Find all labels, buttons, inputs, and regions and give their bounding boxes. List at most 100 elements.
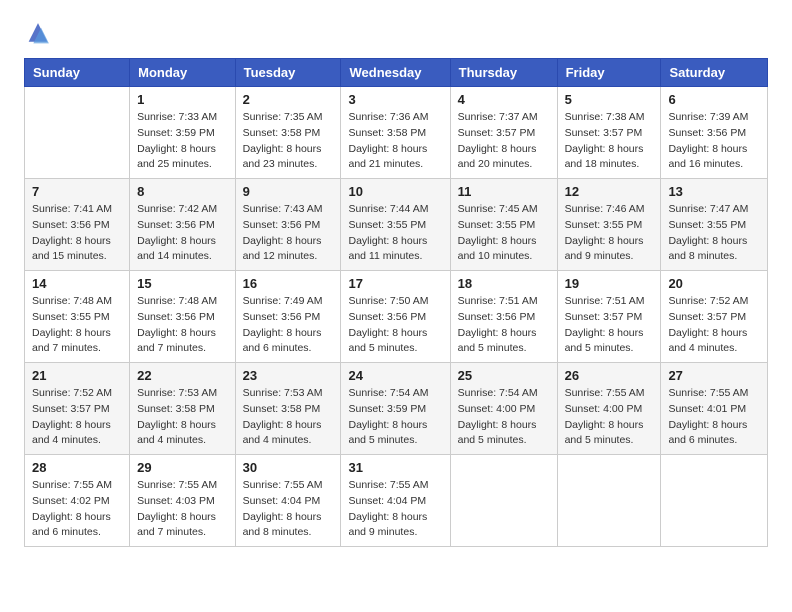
day-info: Sunrise: 7:46 AMSunset: 3:55 PMDaylight:… [565, 202, 654, 265]
calendar-cell: 21Sunrise: 7:52 AMSunset: 3:57 PMDayligh… [25, 363, 130, 455]
calendar-cell: 24 Sunrise: 7:54 AMSunset: 3:59 PMDayligh… [341, 363, 450, 455]
day-number: 25 [458, 368, 550, 383]
day-info: Sunrise: 7:51 AMSunset: 3:57 PMDaylight:… [565, 294, 654, 357]
day-number: 24 [348, 368, 442, 383]
calendar-cell: 18 Sunrise: 7:51 AMSunset: 3:56 PMDayligh… [450, 271, 557, 363]
header-day-tuesday: Tuesday [235, 59, 341, 87]
day-number: 3 [348, 92, 442, 107]
day-info: Sunrise: 7:41 AMSunset: 3:56 PMDaylight:… [32, 202, 122, 265]
calendar-cell [450, 455, 557, 547]
calendar-cell: 1Sunrise: 7:33 AMSunset: 3:59 PMDaylight… [130, 87, 235, 179]
calendar-week-4: 21Sunrise: 7:52 AMSunset: 3:57 PMDayligh… [25, 363, 768, 455]
calendar-header: SundayMondayTuesdayWednesdayThursdayFrid… [25, 59, 768, 87]
day-info: Sunrise: 7:55 AMSunset: 4:02 PMDaylight:… [32, 478, 122, 541]
calendar-week-5: 28 Sunrise: 7:55 AMSunset: 4:02 PMDayligh… [25, 455, 768, 547]
calendar-week-1: 1Sunrise: 7:33 AMSunset: 3:59 PMDaylight… [25, 87, 768, 179]
calendar-cell: 6Sunrise: 7:39 AMSunset: 3:56 PMDaylight… [661, 87, 768, 179]
calendar-cell: 2 Sunrise: 7:35 AMSunset: 3:58 PMDaylight… [235, 87, 341, 179]
day-info: Sunrise: 7:35 AMSunset: 3:58 PMDaylight:… [243, 110, 334, 173]
day-number: 29 [137, 460, 227, 475]
calendar-cell [25, 87, 130, 179]
calendar-body: 1Sunrise: 7:33 AMSunset: 3:59 PMDaylight… [25, 87, 768, 547]
calendar-cell: 31 Sunrise: 7:55 AMSunset: 4:04 PMDayligh… [341, 455, 450, 547]
header-day-friday: Friday [557, 59, 661, 87]
calendar-cell: 14 Sunrise: 7:48 AMSunset: 3:55 PMDayligh… [25, 271, 130, 363]
day-number: 11 [458, 184, 550, 199]
day-number: 15 [137, 276, 227, 291]
header-day-wednesday: Wednesday [341, 59, 450, 87]
calendar-cell: 9 Sunrise: 7:43 AMSunset: 3:56 PMDaylight… [235, 179, 341, 271]
day-info: Sunrise: 7:48 AMSunset: 3:55 PMDaylight:… [32, 294, 122, 357]
calendar-cell: 13 Sunrise: 7:47 AMSunset: 3:55 PMDayligh… [661, 179, 768, 271]
day-number: 6 [668, 92, 760, 107]
calendar-cell: 29 Sunrise: 7:55 AMSunset: 4:03 PMDayligh… [130, 455, 235, 547]
calendar-cell: 8Sunrise: 7:42 AMSunset: 3:56 PMDaylight… [130, 179, 235, 271]
header-day-sunday: Sunday [25, 59, 130, 87]
day-info: Sunrise: 7:51 AMSunset: 3:56 PMDaylight:… [458, 294, 550, 357]
day-info: Sunrise: 7:53 AMSunset: 3:58 PMDaylight:… [243, 386, 334, 449]
day-info: Sunrise: 7:45 AMSunset: 3:55 PMDaylight:… [458, 202, 550, 265]
day-info: Sunrise: 7:38 AMSunset: 3:57 PMDaylight:… [565, 110, 654, 173]
day-number: 5 [565, 92, 654, 107]
header-day-thursday: Thursday [450, 59, 557, 87]
day-info: Sunrise: 7:54 AMSunset: 3:59 PMDaylight:… [348, 386, 442, 449]
day-number: 21 [32, 368, 122, 383]
calendar-cell: 3 Sunrise: 7:36 AMSunset: 3:58 PMDaylight… [341, 87, 450, 179]
calendar-cell: 10Sunrise: 7:44 AMSunset: 3:55 PMDayligh… [341, 179, 450, 271]
day-info: Sunrise: 7:36 AMSunset: 3:58 PMDaylight:… [348, 110, 442, 173]
day-number: 27 [668, 368, 760, 383]
day-number: 7 [32, 184, 122, 199]
calendar-table: SundayMondayTuesdayWednesdayThursdayFrid… [24, 58, 768, 547]
day-info: Sunrise: 7:53 AMSunset: 3:58 PMDaylight:… [137, 386, 227, 449]
day-info: Sunrise: 7:44 AMSunset: 3:55 PMDaylight:… [348, 202, 442, 265]
header-day-monday: Monday [130, 59, 235, 87]
calendar-cell: 22Sunrise: 7:53 AMSunset: 3:58 PMDayligh… [130, 363, 235, 455]
day-number: 12 [565, 184, 654, 199]
day-info: Sunrise: 7:50 AMSunset: 3:56 PMDaylight:… [348, 294, 442, 357]
calendar-cell: 16 Sunrise: 7:49 AMSunset: 3:56 PMDayligh… [235, 271, 341, 363]
calendar-week-2: 7 Sunrise: 7:41 AMSunset: 3:56 PMDaylight… [25, 179, 768, 271]
day-info: Sunrise: 7:55 AMSunset: 4:04 PMDaylight:… [243, 478, 334, 541]
calendar-cell: 17 Sunrise: 7:50 AMSunset: 3:56 PMDayligh… [341, 271, 450, 363]
day-number: 8 [137, 184, 227, 199]
day-number: 23 [243, 368, 334, 383]
day-info: Sunrise: 7:52 AMSunset: 3:57 PMDaylight:… [668, 294, 760, 357]
calendar-cell: 27 Sunrise: 7:55 AMSunset: 4:01 PMDayligh… [661, 363, 768, 455]
day-number: 2 [243, 92, 334, 107]
calendar-cell [661, 455, 768, 547]
day-info: Sunrise: 7:49 AMSunset: 3:56 PMDaylight:… [243, 294, 334, 357]
calendar-cell: 19 Sunrise: 7:51 AMSunset: 3:57 PMDayligh… [557, 271, 661, 363]
calendar-cell: 11 Sunrise: 7:45 AMSunset: 3:55 PMDayligh… [450, 179, 557, 271]
day-info: Sunrise: 7:43 AMSunset: 3:56 PMDaylight:… [243, 202, 334, 265]
calendar-cell: 12 Sunrise: 7:46 AMSunset: 3:55 PMDayligh… [557, 179, 661, 271]
day-number: 17 [348, 276, 442, 291]
calendar-cell: 5 Sunrise: 7:38 AMSunset: 3:57 PMDaylight… [557, 87, 661, 179]
calendar-cell: 20 Sunrise: 7:52 AMSunset: 3:57 PMDayligh… [661, 271, 768, 363]
day-number: 19 [565, 276, 654, 291]
day-info: Sunrise: 7:47 AMSunset: 3:55 PMDaylight:… [668, 202, 760, 265]
day-info: Sunrise: 7:55 AMSunset: 4:03 PMDaylight:… [137, 478, 227, 541]
day-number: 14 [32, 276, 122, 291]
day-number: 28 [32, 460, 122, 475]
day-number: 18 [458, 276, 550, 291]
day-number: 9 [243, 184, 334, 199]
day-number: 31 [348, 460, 442, 475]
day-number: 1 [137, 92, 227, 107]
day-info: Sunrise: 7:55 AMSunset: 4:00 PMDaylight:… [565, 386, 654, 449]
day-number: 13 [668, 184, 760, 199]
day-info: Sunrise: 7:55 AMSunset: 4:04 PMDaylight:… [348, 478, 442, 541]
calendar-cell: 26Sunrise: 7:55 AMSunset: 4:00 PMDayligh… [557, 363, 661, 455]
calendar-cell: 15 Sunrise: 7:48 AMSunset: 3:56 PMDayligh… [130, 271, 235, 363]
logo [24, 20, 56, 48]
day-number: 16 [243, 276, 334, 291]
page-header [24, 20, 768, 48]
day-number: 20 [668, 276, 760, 291]
day-info: Sunrise: 7:48 AMSunset: 3:56 PMDaylight:… [137, 294, 227, 357]
day-info: Sunrise: 7:55 AMSunset: 4:01 PMDaylight:… [668, 386, 760, 449]
calendar-cell: 23 Sunrise: 7:53 AMSunset: 3:58 PMDayligh… [235, 363, 341, 455]
logo-icon [24, 20, 52, 48]
header-day-saturday: Saturday [661, 59, 768, 87]
day-info: Sunrise: 7:54 AMSunset: 4:00 PMDaylight:… [458, 386, 550, 449]
day-info: Sunrise: 7:37 AMSunset: 3:57 PMDaylight:… [458, 110, 550, 173]
calendar-cell: 7 Sunrise: 7:41 AMSunset: 3:56 PMDaylight… [25, 179, 130, 271]
